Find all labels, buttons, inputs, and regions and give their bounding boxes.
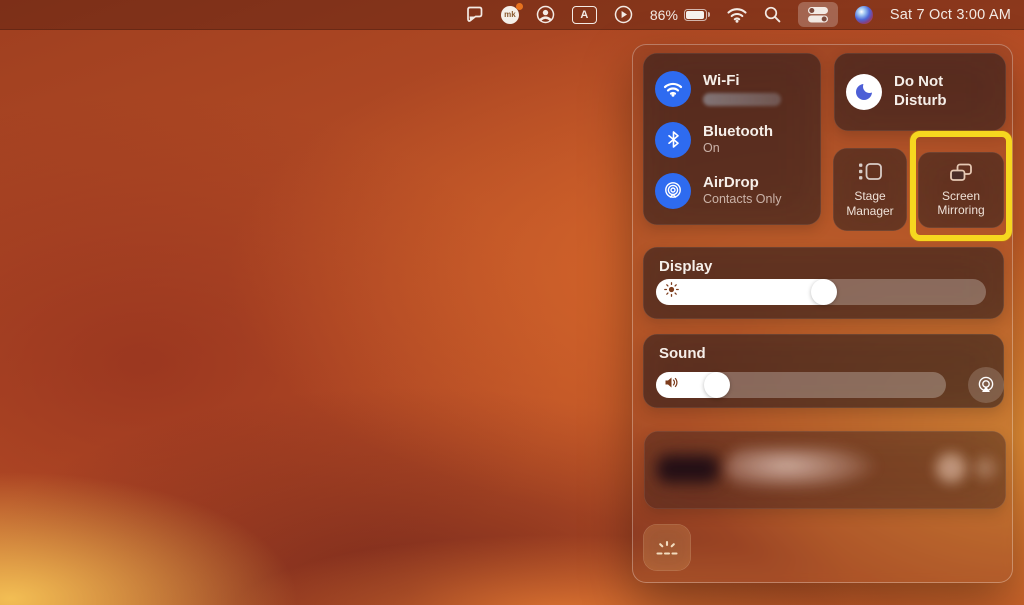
- battery-percent-label: 86%: [649, 6, 678, 23]
- sound-volume-slider[interactable]: [656, 372, 946, 398]
- airplay-audio-button[interactable]: [968, 367, 1004, 403]
- stage-manager-tile[interactable]: Stage Manager: [833, 148, 907, 231]
- bluetooth-status: On: [703, 140, 720, 155]
- user-account-icon[interactable]: [536, 5, 555, 24]
- keyboard-brightness-button[interactable]: [643, 524, 691, 571]
- control-center-icon[interactable]: [797, 2, 838, 27]
- display-label: Display: [659, 258, 713, 275]
- stage-manager-icon: [859, 163, 882, 181]
- siri-icon[interactable]: [854, 5, 873, 24]
- screen-mirroring-label: Screen Mirroring: [937, 188, 985, 217]
- control-center-panel: Wi-Fi Bluetooth On AirDrop Contacts Only…: [632, 44, 1013, 583]
- do-not-disturb-label: Do Not Disturb: [894, 73, 947, 109]
- menu-bar: mk A 86% Sat 7 Oct 3:00 AM: [0, 0, 1024, 30]
- play-button-blurred[interactable]: [936, 453, 966, 483]
- desktop: mk A 86% Sat 7 Oct 3:00 AM Wi-Fi Bluetoo…: [0, 0, 1024, 605]
- track-title-blurred: [726, 447, 878, 489]
- menu-bar-clock[interactable]: Sat 7 Oct 3:00 AM: [890, 7, 1011, 23]
- airdrop-status: Contacts Only: [703, 191, 782, 206]
- sound-label: Sound: [659, 345, 706, 362]
- input-source-icon[interactable]: A: [571, 5, 597, 24]
- battery-indicator[interactable]: 86%: [650, 7, 710, 23]
- input-source-letter: A: [580, 8, 589, 21]
- sound-card: Sound: [643, 334, 1004, 408]
- wifi-network-name-redacted: [703, 92, 781, 106]
- brightness-slider-knob[interactable]: [811, 279, 838, 305]
- wifi-icon[interactable]: [655, 70, 691, 107]
- battery-icon: [683, 8, 710, 21]
- playback-icon[interactable]: [614, 5, 633, 24]
- volume-slider-knob[interactable]: [703, 372, 730, 398]
- do-not-disturb-card[interactable]: Do Not Disturb: [834, 53, 1006, 131]
- keyboard-brightness-icon: [656, 540, 678, 555]
- stage-manager-label: Stage Manager: [846, 189, 894, 218]
- wifi-icon[interactable]: [727, 7, 747, 23]
- connectivity-card: Wi-Fi Bluetooth On AirDrop Contacts Only: [643, 53, 821, 225]
- airdrop-row[interactable]: AirDrop Contacts Only: [655, 165, 821, 216]
- zight-icon[interactable]: [464, 5, 484, 24]
- screen-mirroring-tile[interactable]: Screen Mirroring: [918, 152, 1004, 228]
- media-player-card[interactable]: [644, 431, 1006, 509]
- display-brightness-slider[interactable]: [656, 279, 986, 305]
- bluetooth-icon[interactable]: [655, 121, 691, 158]
- wifi-label: Wi-Fi: [703, 71, 740, 89]
- brightness-sun-icon: [664, 282, 679, 302]
- display-card: Display: [643, 247, 1004, 319]
- mk-app-icon[interactable]: mk: [500, 2, 523, 24]
- airdrop-icon[interactable]: [655, 172, 691, 209]
- screen-mirroring-icon: [950, 163, 972, 181]
- airplay-audio-icon: [978, 376, 994, 392]
- mk-app-badge: [515, 2, 523, 10]
- airdrop-label: AirDrop: [703, 173, 759, 191]
- wifi-row[interactable]: Wi-Fi: [655, 63, 821, 114]
- search-icon[interactable]: [764, 6, 781, 23]
- speaker-icon: [664, 376, 681, 395]
- bluetooth-label: Bluetooth: [703, 122, 773, 140]
- next-button-blurred[interactable]: [974, 457, 996, 479]
- moon-icon: [846, 74, 882, 110]
- album-art-blurred: [657, 455, 719, 483]
- bluetooth-row[interactable]: Bluetooth On: [655, 114, 821, 165]
